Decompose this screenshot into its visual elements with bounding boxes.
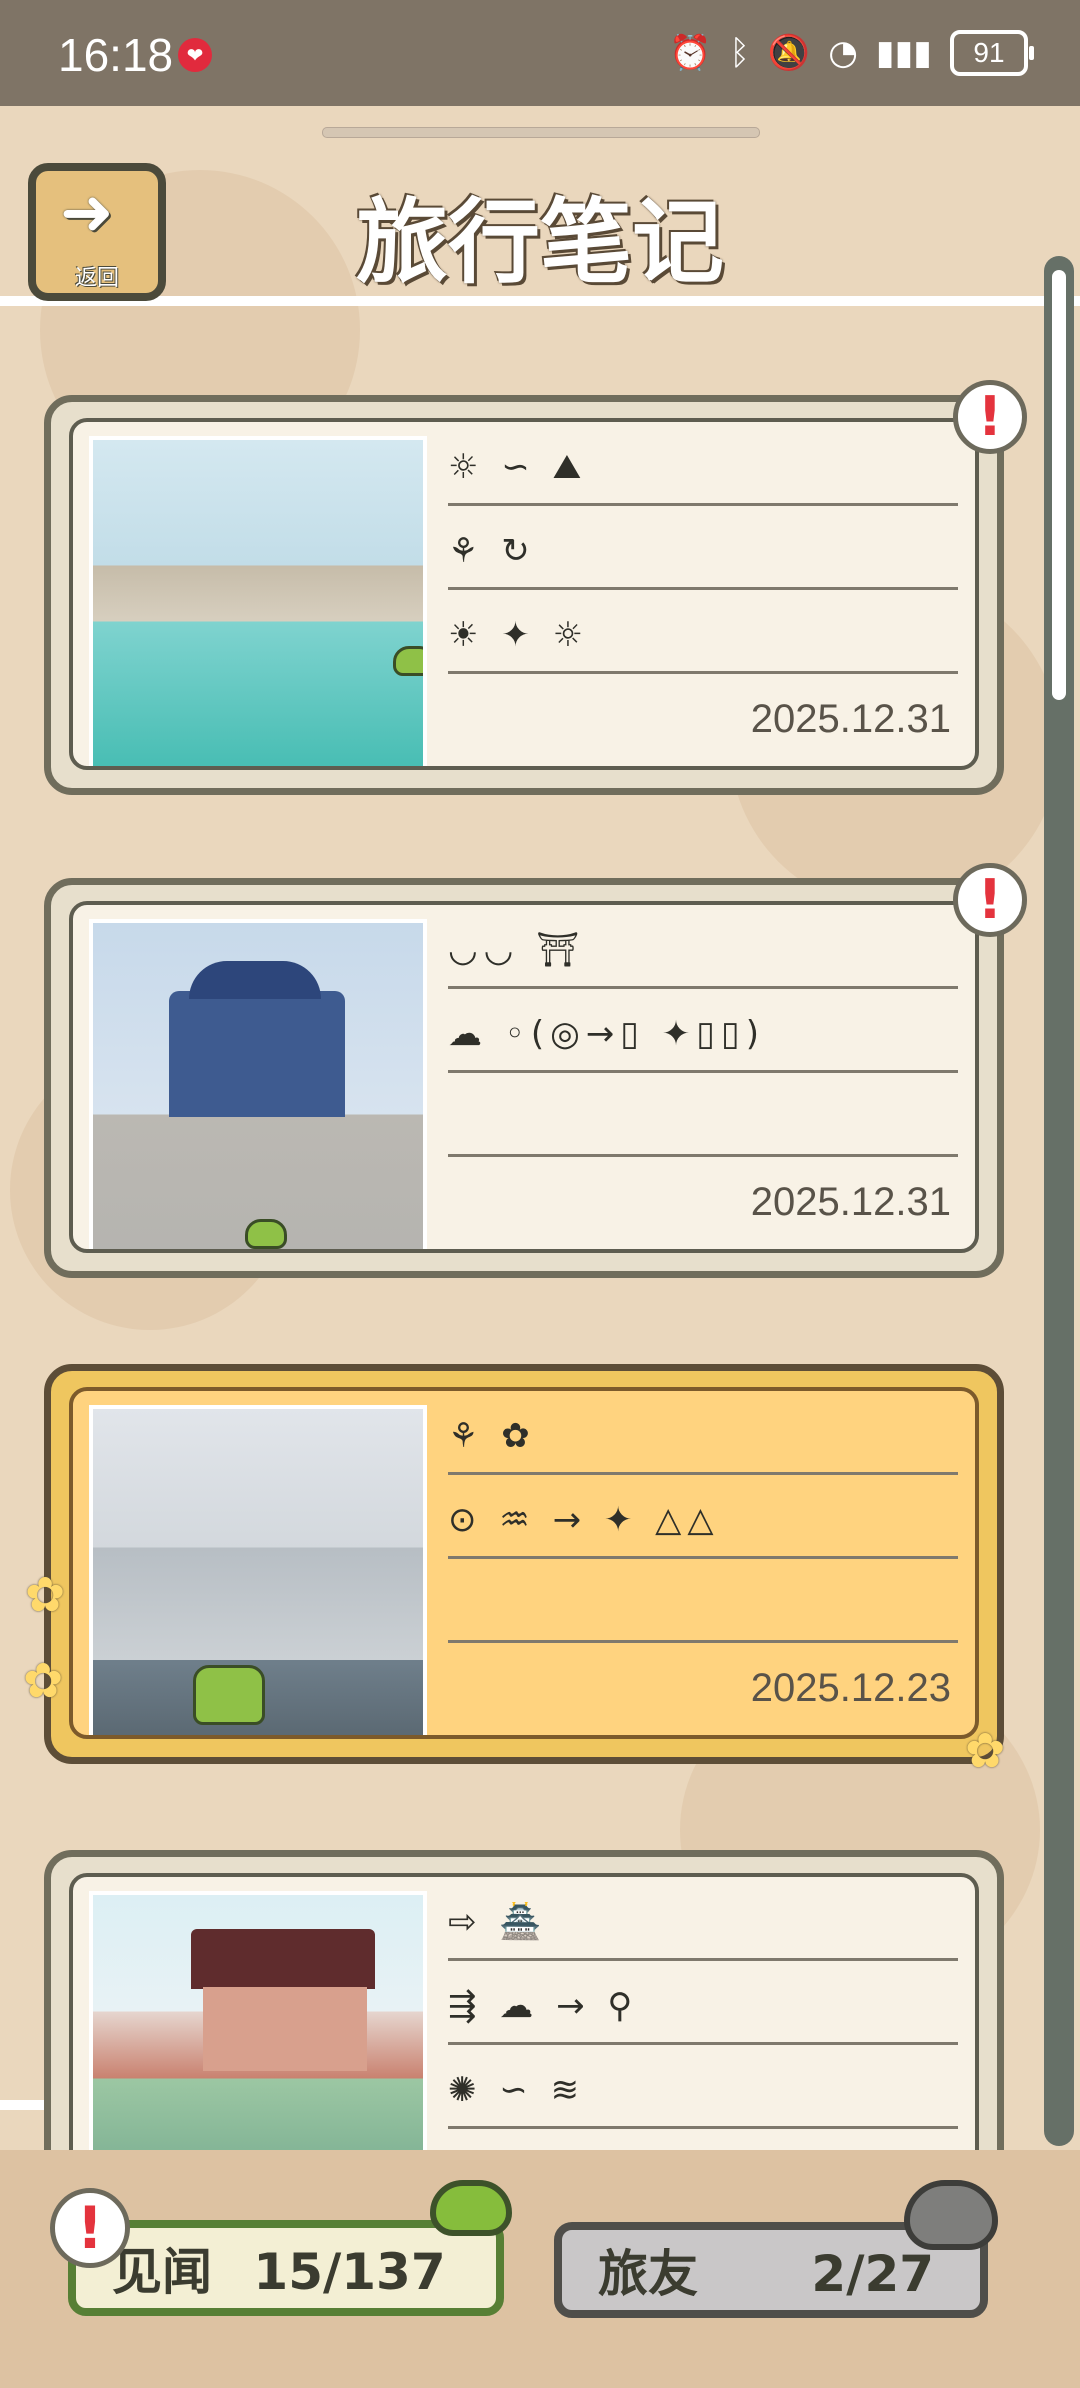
flower-decoration-icon: ✿ (965, 1723, 1006, 1779)
back-button-label: 返回 (74, 266, 119, 291)
frog-head-icon (430, 2180, 512, 2236)
sightseeing-label: 见闻 (112, 2243, 212, 2301)
glyph-row: ⊙ ♒ → ✦ △△ (448, 1500, 958, 1559)
glyph-row: ☁ ◦(◎→▯ ✦▯▯) (448, 1014, 958, 1073)
battery-icon: 91 (950, 30, 1034, 76)
pavilion-roof (191, 1929, 375, 1989)
travel-note-card-highlighted[interactable]: ⚘ ✿ ⊙ ♒ → ✦ △△ 2025.12.23 ✿ ✿ ✿ (23, 1364, 1005, 1779)
4g-signal-icon: ▮▮▮ (875, 33, 932, 73)
note-date: 2025.12.31 (750, 697, 951, 741)
travel-photo (89, 1405, 427, 1735)
friends-value: 2/27 (811, 2245, 935, 2303)
cat-head-icon (904, 2180, 998, 2250)
glyph-row (448, 1098, 958, 1157)
pavilion-wall (203, 1987, 367, 2071)
card-content: ◡◡ ⛩ ☁ ◦(◎→▯ ✦▯▯) 2025.12.31 (69, 901, 979, 1253)
frog-icon (193, 1665, 265, 1725)
glyph-row: ☀ ✦ ☼ (448, 615, 958, 674)
card-content: ⚘ ✿ ⊙ ♒ → ✦ △△ 2025.12.23 (69, 1387, 979, 1739)
bottom-divider (0, 2100, 50, 2110)
note-date: 2025.12.31 (750, 1180, 951, 1224)
sightseeing-value: 15/137 (253, 2243, 446, 2301)
glyph-row (448, 1584, 958, 1643)
travel-note-card[interactable]: ⇨ 🏯 ⇶ ☁ → ⚲ ✺ ∽ ≋ (44, 1850, 1004, 2200)
sightseeing-counter[interactable]: 见闻 15/137 (68, 2220, 504, 2316)
glyph-row: ☼ ∽ ⛰ (448, 447, 958, 506)
status-icons: ⏰ ᛒ 🔕 ◔ ▮▮▮ 91 (669, 30, 1034, 76)
travel-note-card[interactable]: ◡◡ ⛩ ☁ ◦(◎→▯ ✦▯▯) 2025.12.31 ! (44, 863, 1027, 1278)
alert-badge: ! (50, 2188, 130, 2268)
drag-handle[interactable] (322, 127, 760, 138)
glyph-row: ✺ ∽ ≋ (448, 2070, 958, 2129)
glyph-row: ⚘ ↻ (448, 531, 958, 590)
bluetooth-icon: ᛒ (729, 33, 750, 73)
alarm-icon: ⏰ (669, 33, 712, 73)
flower-decoration-icon: ✿ (25, 1567, 66, 1623)
glyph-row: ◡◡ ⛩ (448, 930, 958, 989)
arrow-left-icon: ➜ (60, 176, 114, 250)
heart-notification-icon: ❤ (178, 38, 212, 72)
travel-photo (89, 436, 427, 766)
friends-label: 旅友 (598, 2245, 698, 2303)
wifi-icon: ◔ (828, 33, 858, 73)
status-time: 16:18 (58, 29, 174, 81)
temple-roof (189, 961, 321, 999)
glyph-row: ⇨ 🏯 (448, 1902, 958, 1961)
glyph-row: ⇶ ☁ → ⚲ (448, 1986, 958, 2045)
frog-icon (245, 1219, 287, 1249)
scrollbar-thumb[interactable] (1052, 270, 1066, 700)
card-content: ⇨ 🏯 ⇶ ☁ → ⚲ ✺ ∽ ≋ (69, 1873, 979, 2193)
status-bar: 16:18 ❤ ⏰ ᛒ 🔕 ◔ ▮▮▮ 91 (0, 0, 1080, 106)
note-date: 2025.12.23 (750, 1666, 951, 1710)
alert-badge: ! (953, 863, 1027, 937)
travel-photo (89, 919, 427, 1249)
back-button[interactable]: ➜ 返回 (28, 163, 166, 301)
flower-decoration-icon: ✿ (23, 1653, 64, 1709)
mute-icon: 🔕 (767, 33, 811, 73)
alert-badge: ! (953, 380, 1027, 454)
glyph-row: ⚘ ✿ (448, 1416, 958, 1475)
travel-note-card[interactable]: ☼ ∽ ⛰ ⚘ ↻ ☀ ✦ ☼ 2025.12.31 ! (44, 380, 1027, 795)
card-content: ☼ ∽ ⛰ ⚘ ↻ ☀ ✦ ☼ 2025.12.31 (69, 418, 979, 770)
travel-photo (89, 1891, 427, 2189)
page-title: 旅行笔记 (355, 189, 724, 296)
temple-building (169, 991, 345, 1117)
frog-icon (393, 646, 423, 676)
